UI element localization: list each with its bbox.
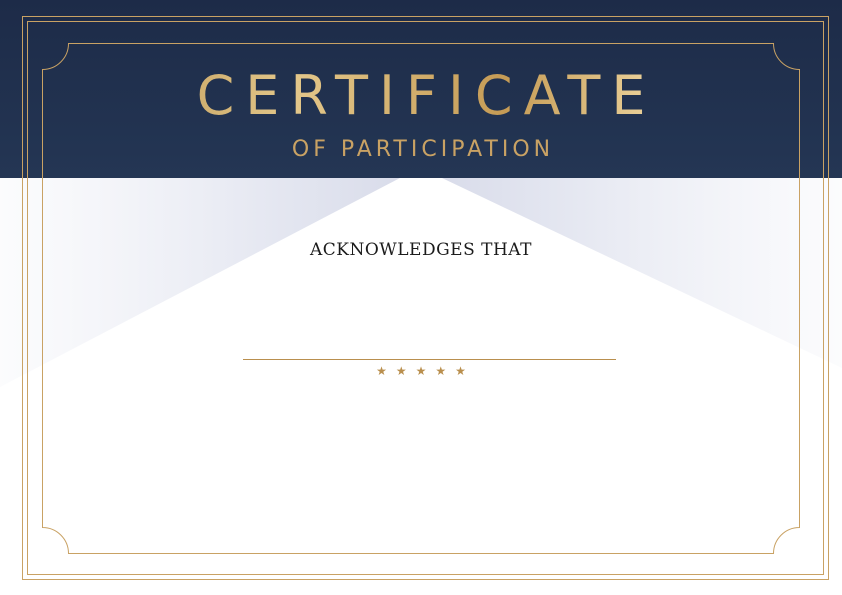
star-ornament: ★★★★★ bbox=[376, 364, 475, 378]
certificate-title: CERTIFICATE bbox=[0, 64, 842, 128]
acknowledgement-text: ACKNOWLEDGES THAT bbox=[310, 240, 532, 260]
certificate-page: CERTIFICATE OF PARTICIPATION ACKNOWLEDGE… bbox=[0, 0, 842, 595]
certificate-subtitle: OF PARTICIPATION bbox=[291, 137, 555, 162]
recipient-name-line bbox=[243, 359, 616, 360]
